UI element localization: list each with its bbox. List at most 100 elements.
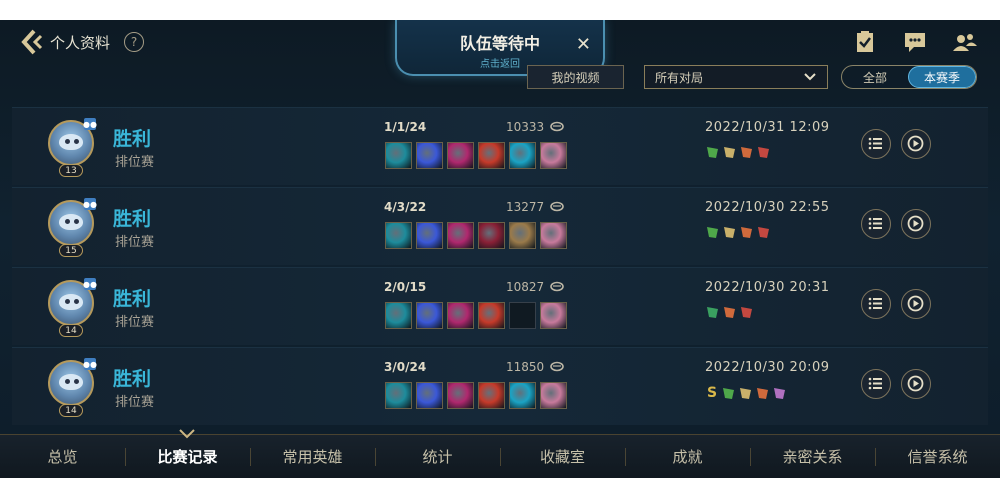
- nav-tab[interactable]: 比赛记录: [125, 435, 250, 478]
- item-slot[interactable]: [540, 142, 567, 169]
- empty-item-slot: [509, 302, 536, 329]
- level-badge: 13: [59, 164, 83, 177]
- replay-icon: [907, 375, 924, 392]
- nav-tab[interactable]: 统计: [375, 435, 500, 478]
- match-type-select[interactable]: 所有对局: [644, 65, 828, 89]
- match-row[interactable]: ●● 14 胜利 排位赛 2/0/15 10827 2022/10/30 20:…: [12, 267, 988, 345]
- match-detail-button[interactable]: [861, 369, 891, 399]
- avatar-eye: [65, 379, 70, 384]
- party-icon: ●●: [83, 198, 97, 210]
- season-toggle[interactable]: 全部 本赛季: [841, 65, 977, 89]
- item-slot[interactable]: [447, 142, 474, 169]
- gold-coin-icon: [550, 361, 564, 372]
- level-badge: 14: [59, 404, 83, 417]
- match-datetime: 2022/10/30 20:31: [705, 280, 830, 295]
- item-build: [385, 142, 567, 169]
- close-banner-button[interactable]: ✕: [576, 34, 591, 55]
- gold-coin-icon: [550, 121, 564, 132]
- nav-tab[interactable]: 亲密关系: [750, 435, 875, 478]
- replay-icon: [907, 215, 924, 232]
- item-slot[interactable]: [478, 142, 505, 169]
- item-slot[interactable]: [385, 142, 412, 169]
- gold-amount: 11850: [506, 360, 545, 374]
- achievement-badge-icon: [757, 387, 768, 399]
- nav-tab[interactable]: 收藏室: [500, 435, 625, 478]
- match-result: 胜利: [113, 288, 152, 310]
- match-replay-button[interactable]: [901, 289, 931, 319]
- match-row[interactable]: ●● 15 胜利 排位赛 4/3/22 13277 2022/10/30 22:…: [12, 187, 988, 265]
- my-video-button[interactable]: 我的视频: [527, 65, 624, 89]
- match-row[interactable]: ●● 13 胜利 排位赛 1/1/24 10333 2022/10/31 12:…: [12, 107, 988, 185]
- item-slot[interactable]: [540, 302, 567, 329]
- nav-tab[interactable]: 常用英雄: [250, 435, 375, 478]
- item-slot[interactable]: [447, 222, 474, 249]
- avatar-eye: [65, 139, 70, 144]
- match-result: 胜利: [113, 128, 152, 150]
- match-history-list: ●● 13 胜利 排位赛 1/1/24 10333 2022/10/31 12:…: [12, 107, 988, 427]
- item-build: [385, 222, 567, 249]
- item-slot[interactable]: [416, 222, 443, 249]
- avatar-face: [59, 214, 83, 230]
- checklist-icon: [857, 31, 873, 52]
- item-slot[interactable]: [509, 142, 536, 169]
- gold-amount: 13277: [506, 200, 545, 214]
- item-slot[interactable]: [478, 302, 505, 329]
- gold-amount: 10827: [506, 280, 545, 294]
- match-result: 胜利: [113, 208, 152, 230]
- replay-icon: [907, 135, 924, 152]
- list-icon: [868, 297, 882, 310]
- season-option-all[interactable]: 全部: [842, 66, 908, 88]
- match-replay-button[interactable]: [901, 209, 931, 239]
- item-slot[interactable]: [478, 222, 505, 249]
- page-title: 个人资料: [50, 33, 111, 52]
- match-mode: 排位赛: [115, 235, 155, 250]
- nav-tab[interactable]: 成就: [625, 435, 750, 478]
- item-slot[interactable]: [416, 142, 443, 169]
- avatar-face: [59, 134, 83, 150]
- item-slot[interactable]: [447, 382, 474, 409]
- item-slot[interactable]: [385, 222, 412, 249]
- achievement-badge-icon: [724, 147, 735, 158]
- achievement-badges: [705, 305, 754, 320]
- achievement-badge-icon: [723, 387, 734, 399]
- achievement-badges: [705, 145, 771, 160]
- gold-coin-icon: [550, 281, 564, 292]
- item-build: [385, 302, 567, 329]
- achievement-badge-icon: [774, 387, 785, 399]
- list-icon: [868, 377, 882, 390]
- match-mode: 排位赛: [115, 155, 155, 170]
- item-slot[interactable]: [416, 382, 443, 409]
- item-slot[interactable]: [478, 382, 505, 409]
- kda: 1/1/24: [384, 120, 427, 134]
- match-row[interactable]: ●● 14 胜利 排位赛 3/0/24 11850 2022/10/30 20:…: [12, 347, 988, 425]
- friends-button[interactable]: [952, 30, 978, 54]
- avatar-eye: [74, 299, 79, 304]
- item-slot[interactable]: [385, 382, 412, 409]
- chat-button[interactable]: [902, 30, 928, 54]
- task-checklist-button[interactable]: [852, 30, 878, 54]
- game-profile-screen: 个人资料 ? 队伍等待中 点击返回 ✕ 我的视频 所有对局 全部 本赛季 ●● …: [0, 20, 1000, 478]
- match-detail-button[interactable]: [861, 209, 891, 239]
- avatar-eye: [65, 219, 70, 224]
- season-option-current[interactable]: 本赛季: [908, 66, 976, 88]
- item-slot[interactable]: [540, 222, 567, 249]
- item-slot[interactable]: [509, 222, 536, 249]
- item-slot[interactable]: [509, 382, 536, 409]
- item-slot[interactable]: [416, 302, 443, 329]
- item-slot[interactable]: [540, 382, 567, 409]
- item-slot[interactable]: [385, 302, 412, 329]
- gold-coin-icon: [550, 201, 564, 212]
- match-replay-button[interactable]: [901, 129, 931, 159]
- avatar-eye: [65, 299, 70, 304]
- achievement-badge-icon: [724, 227, 735, 238]
- nav-tab[interactable]: 信誉系统: [875, 435, 1000, 478]
- back-button[interactable]: [20, 28, 44, 56]
- party-icon: ●●: [83, 118, 97, 130]
- match-replay-button[interactable]: [901, 369, 931, 399]
- match-detail-button[interactable]: [861, 129, 891, 159]
- match-detail-button[interactable]: [861, 289, 891, 319]
- bottom-nav: 总览 比赛记录 常用英雄 统计 收藏室 成就 亲密关系 信誉系统: [0, 429, 1000, 478]
- item-slot[interactable]: [447, 302, 474, 329]
- nav-tab[interactable]: 总览: [0, 435, 125, 478]
- help-button[interactable]: ?: [124, 32, 145, 52]
